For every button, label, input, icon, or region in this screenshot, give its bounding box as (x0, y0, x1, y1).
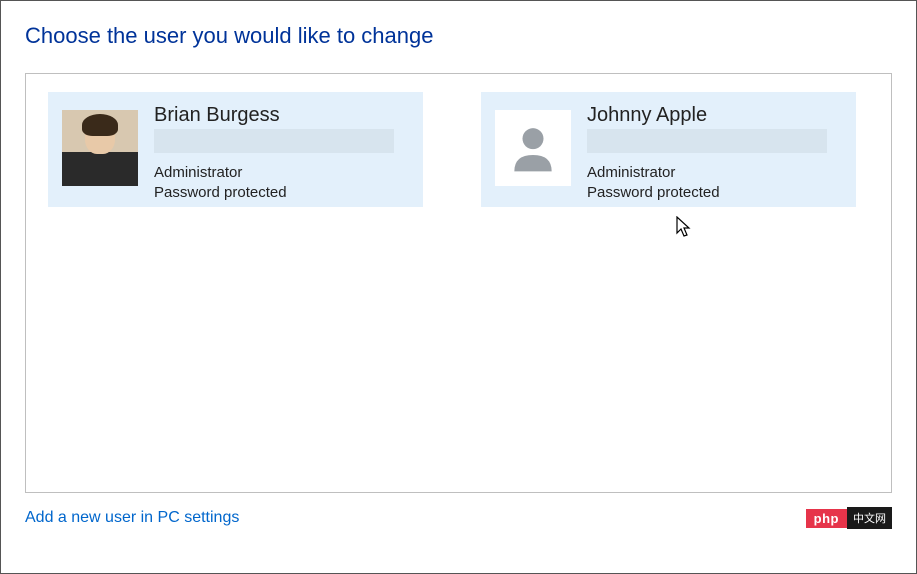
user-info: Brian Burgess Administrator Password pro… (154, 104, 409, 204)
user-name: Johnny Apple (587, 104, 842, 127)
users-list-box: Brian Burgess Administrator Password pro… (25, 73, 892, 493)
user-name: Brian Burgess (154, 104, 409, 127)
user-role: Administrator (154, 163, 409, 183)
redacted-email (587, 129, 827, 153)
user-password-status: Password protected (587, 183, 842, 203)
add-user-link[interactable]: Add a new user in PC settings (25, 509, 239, 527)
user-tile-johnny-apple[interactable]: Johnny Apple Administrator Password prot… (481, 92, 856, 207)
user-info: Johnny Apple Administrator Password prot… (587, 104, 842, 204)
main-content: Choose the user you would like to change… (1, 1, 916, 547)
badge-left: php (806, 509, 847, 528)
avatar (62, 110, 138, 186)
badge-right: 中文网 (847, 507, 892, 529)
footer-row: Add a new user in PC settings php 中文网 (25, 507, 892, 529)
avatar (495, 110, 571, 186)
user-tile-brian-burgess[interactable]: Brian Burgess Administrator Password pro… (48, 92, 423, 207)
php-badge: php 中文网 (806, 507, 892, 529)
user-photo-icon (62, 110, 138, 186)
page-title: Choose the user you would like to change (25, 23, 892, 49)
user-password-status: Password protected (154, 183, 409, 203)
generic-user-icon (495, 110, 571, 186)
redacted-email (154, 129, 394, 153)
user-role: Administrator (587, 163, 842, 183)
